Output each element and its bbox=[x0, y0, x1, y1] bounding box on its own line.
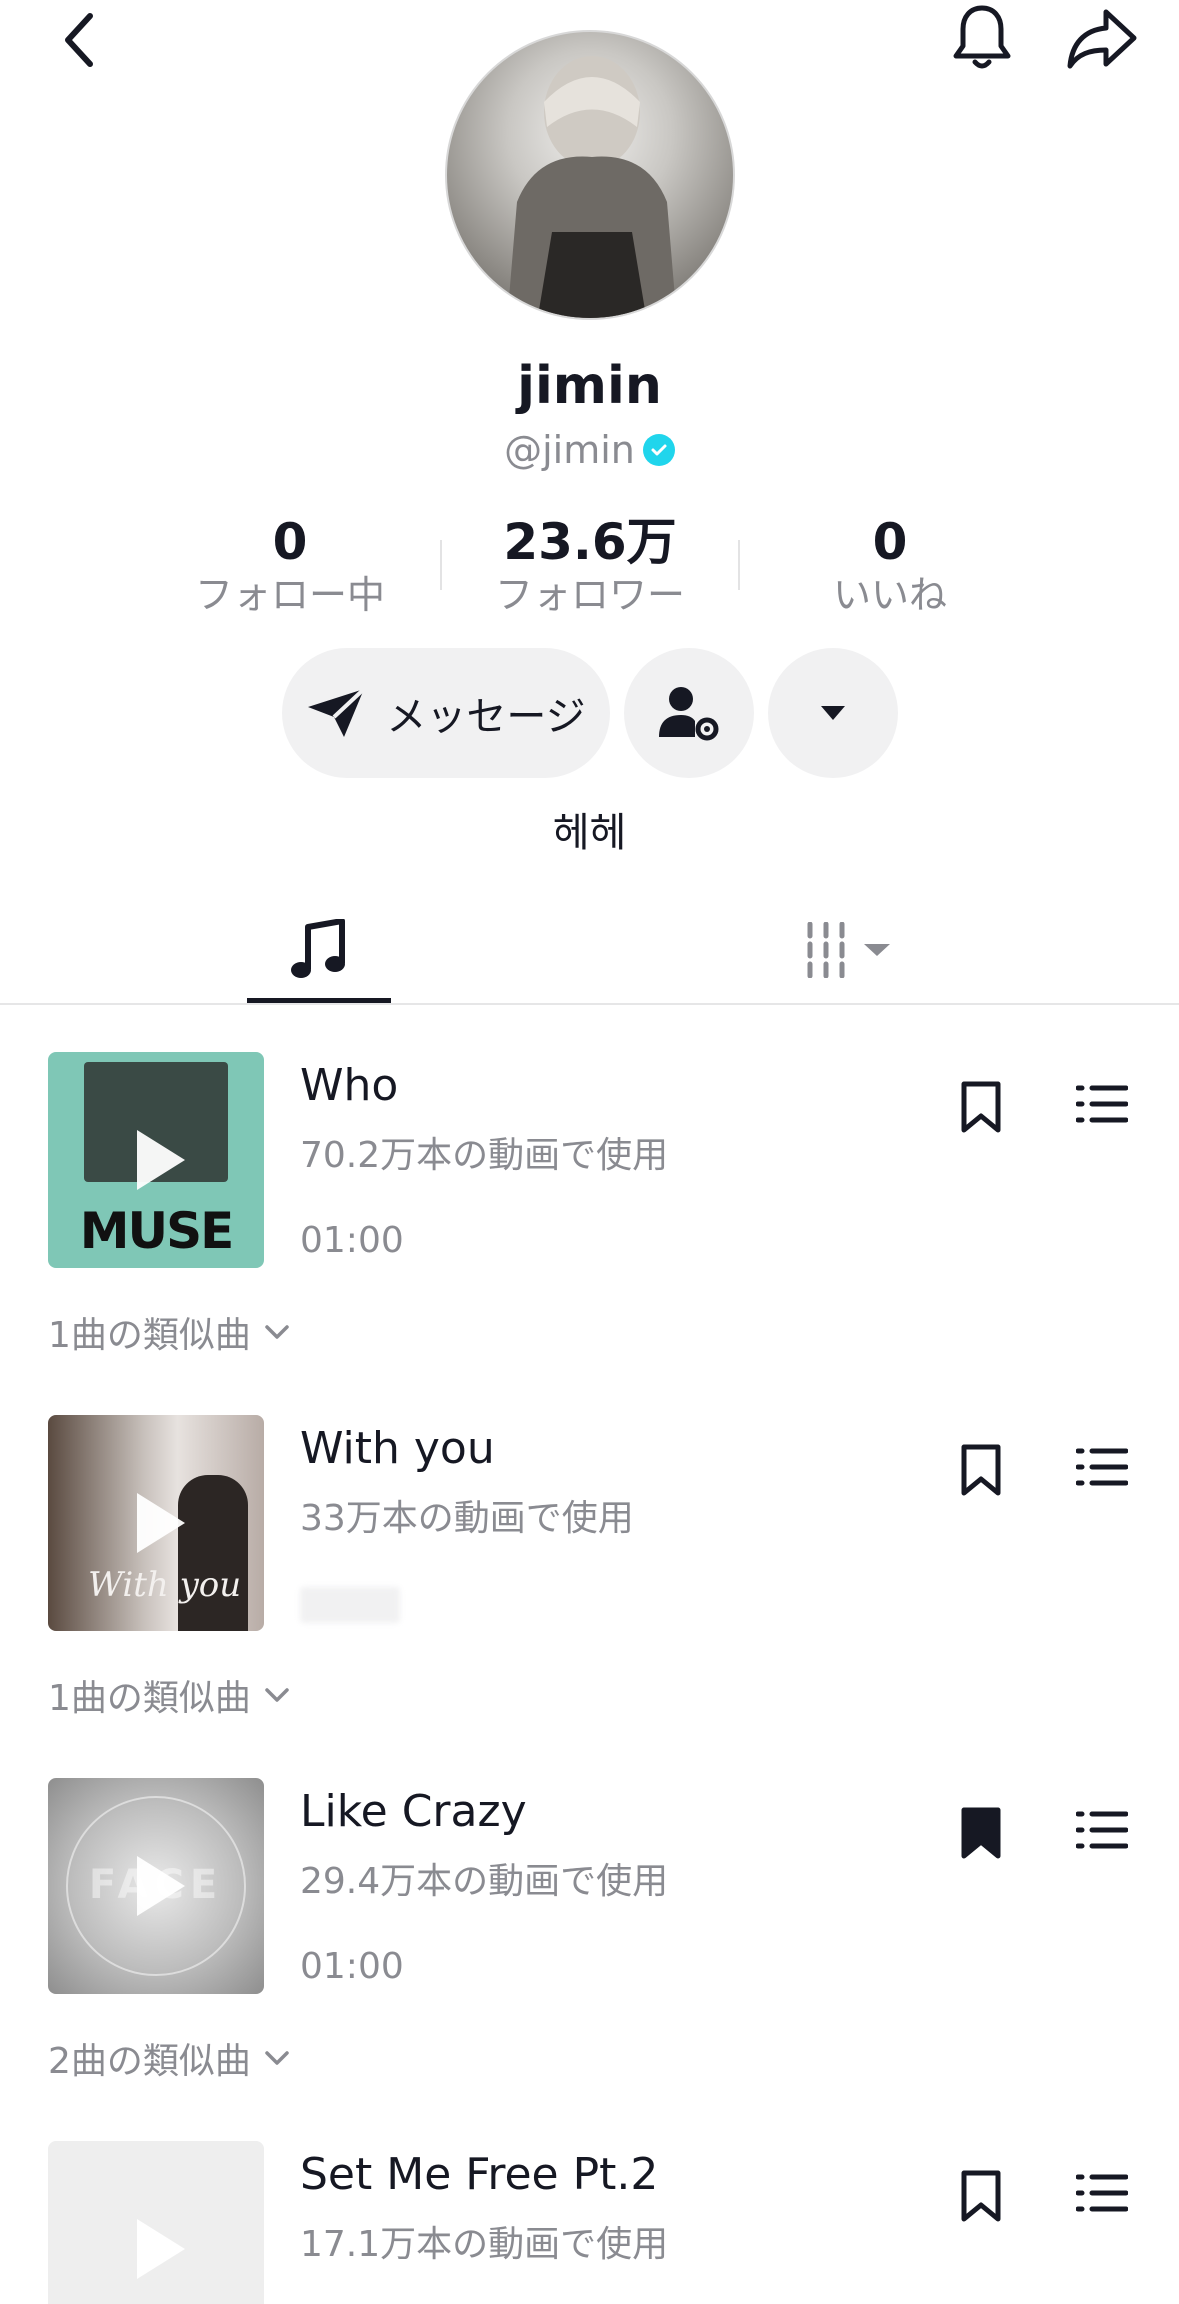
bell-icon bbox=[953, 5, 1011, 69]
send-icon bbox=[308, 687, 366, 737]
play-icon bbox=[137, 1130, 185, 1190]
similar-songs-toggle[interactable]: 1曲の類似曲 bbox=[48, 1306, 289, 1358]
similar-songs-label: 1曲の類似曲 bbox=[48, 1678, 251, 1719]
track-cover[interactable]: With you bbox=[48, 1415, 264, 1631]
stat-following-label: フォロー中 bbox=[194, 573, 385, 617]
stat-followers-value: 23.6万 bbox=[503, 513, 677, 571]
columns-icon bbox=[807, 922, 890, 978]
handle-row: @jimin bbox=[0, 428, 1179, 472]
tabs-divider bbox=[0, 1003, 1179, 1005]
track-item[interactable]: Set Me Free Pt.2 17.1万本の動画で使用 bbox=[0, 2141, 1179, 2304]
avatar-photo bbox=[507, 56, 677, 318]
track-cover[interactable] bbox=[48, 2141, 264, 2304]
bookmark-icon[interactable] bbox=[960, 1080, 1002, 1134]
playlist-icon[interactable] bbox=[1076, 1082, 1128, 1126]
user-settings-icon bbox=[659, 687, 719, 741]
back-button[interactable] bbox=[50, 10, 110, 70]
verified-icon bbox=[642, 434, 675, 466]
bio: 헤헤 bbox=[552, 810, 627, 856]
stat-following[interactable]: 0 フォロー中 bbox=[160, 512, 420, 618]
handle: @jimin bbox=[504, 428, 635, 472]
chevron-down-icon bbox=[265, 2051, 289, 2065]
playlist-icon[interactable] bbox=[1076, 1808, 1128, 1852]
back-icon bbox=[65, 13, 93, 67]
more-options-button[interactable] bbox=[768, 648, 898, 778]
stat-likes-label: いいね bbox=[832, 573, 947, 617]
bookmark-icon[interactable] bbox=[960, 1443, 1002, 1497]
share-icon bbox=[1067, 9, 1137, 69]
stat-divider bbox=[738, 540, 740, 590]
display-name: jimin bbox=[517, 356, 662, 416]
dropdown-icon bbox=[821, 706, 845, 720]
similar-songs-toggle[interactable]: 1曲の類似曲 bbox=[48, 1669, 289, 1721]
bookmark-icon-filled[interactable] bbox=[960, 1806, 1002, 1860]
similar-songs-label: 2曲の類似曲 bbox=[48, 2041, 251, 2082]
play-icon bbox=[137, 1493, 185, 1553]
tab-music[interactable] bbox=[247, 900, 391, 1000]
track-usage: 70.2万本の動画で使用 bbox=[300, 1135, 669, 1176]
track-title: Like Crazy bbox=[300, 1786, 527, 1837]
track-cover[interactable]: MUSE bbox=[48, 1052, 264, 1268]
cover-art-text: MUSE bbox=[79, 1202, 235, 1260]
track-usage: 17.1万本の動画で使用 bbox=[300, 2224, 669, 2265]
track-usage: 29.4万本の動画で使用 bbox=[300, 1861, 669, 1902]
playlist-icon[interactable] bbox=[1076, 2171, 1128, 2215]
track-item[interactable]: With you With you 33万本の動画で使用 1曲の類似曲 bbox=[0, 1415, 1179, 1755]
message-button-label: メッセージ bbox=[386, 694, 586, 740]
track-item[interactable]: FACE Like Crazy 29.4万本の動画で使用 01:00 2曲の類似… bbox=[0, 1778, 1179, 2118]
similar-songs-label: 1曲の類似曲 bbox=[48, 1315, 251, 1356]
message-button[interactable]: メッセージ bbox=[282, 648, 610, 778]
stat-divider bbox=[440, 540, 442, 590]
chevron-down-icon bbox=[265, 1688, 289, 1702]
track-cover[interactable]: FACE bbox=[48, 1778, 264, 1994]
bookmark-icon[interactable] bbox=[960, 2169, 1002, 2223]
avatar[interactable] bbox=[445, 30, 735, 320]
share-button[interactable] bbox=[1062, 0, 1142, 76]
track-duration-placeholder bbox=[300, 1587, 400, 1623]
notification-button[interactable] bbox=[946, 0, 1018, 76]
track-duration: 01:00 bbox=[300, 1220, 404, 1261]
stat-likes[interactable]: 0 いいね bbox=[760, 512, 1020, 618]
chevron-down-icon bbox=[265, 1325, 289, 1339]
cover-art-text: With you bbox=[88, 1565, 242, 1605]
track-title: With you bbox=[300, 1423, 495, 1474]
tab-grid[interactable] bbox=[780, 900, 920, 1000]
stat-likes-value: 0 bbox=[872, 513, 908, 571]
similar-songs-toggle[interactable]: 2曲の類似曲 bbox=[48, 2032, 289, 2084]
track-usage: 33万本の動画で使用 bbox=[300, 1498, 634, 1539]
stat-following-value: 0 bbox=[272, 513, 308, 571]
track-title: Set Me Free Pt.2 bbox=[300, 2149, 659, 2200]
user-settings-button[interactable] bbox=[624, 648, 754, 778]
track-title: Who bbox=[300, 1060, 399, 1111]
music-note-icon bbox=[291, 919, 345, 978]
play-icon bbox=[137, 1856, 185, 1916]
playlist-icon[interactable] bbox=[1076, 1445, 1128, 1489]
track-duration: 01:00 bbox=[300, 1946, 404, 1987]
stat-followers-label: フォロワー bbox=[494, 573, 685, 617]
play-icon bbox=[137, 2219, 185, 2279]
track-item[interactable]: MUSE Who 70.2万本の動画で使用 01:00 1曲の類似曲 bbox=[0, 1052, 1179, 1392]
stat-followers[interactable]: 23.6万 フォロワー bbox=[460, 512, 720, 618]
